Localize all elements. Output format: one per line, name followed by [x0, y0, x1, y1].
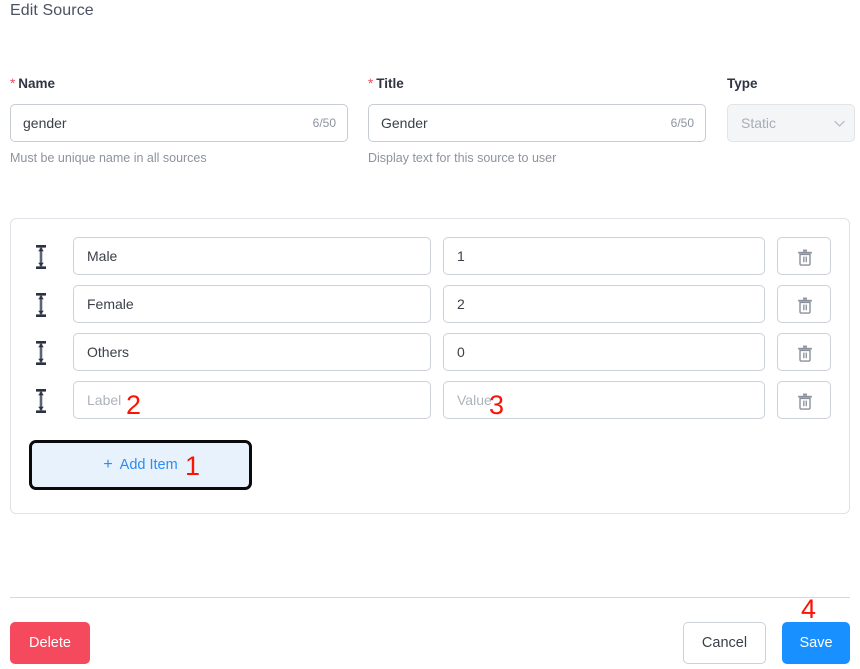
delete-item-button[interactable]: [777, 333, 831, 371]
table-row: Label Value: [11, 377, 849, 425]
page-title: Edit Source: [10, 2, 94, 20]
title-input-value: Gender: [381, 105, 428, 141]
type-label: Type: [727, 74, 855, 93]
item-value-input[interactable]: 1: [443, 237, 765, 275]
field-name: *Name gender 6/50 Must be unique name in…: [10, 74, 348, 165]
item-label-value: Female: [87, 286, 134, 322]
title-helper-text: Display text for this source to user: [368, 151, 706, 165]
trash-icon: [797, 249, 813, 266]
annotation-marker-4: 4: [801, 596, 816, 623]
field-title: *Title Gender 6/50 Display text for this…: [368, 74, 706, 165]
plus-icon: +: [103, 457, 112, 473]
name-input-value: gender: [23, 105, 67, 141]
save-button[interactable]: Save: [782, 622, 850, 664]
name-input[interactable]: gender 6/50: [10, 104, 348, 142]
delete-button[interactable]: Delete: [10, 622, 90, 664]
type-select-value: Static: [741, 105, 776, 141]
drag-vertical-icon[interactable]: [33, 340, 55, 366]
item-label-input[interactable]: Female: [73, 285, 431, 323]
drag-vertical-icon[interactable]: [33, 292, 55, 318]
item-value-input[interactable]: 2: [443, 285, 765, 323]
cancel-button[interactable]: Cancel: [683, 622, 766, 664]
required-asterisk-icon: *: [368, 76, 373, 91]
chevron-down-icon: [834, 120, 843, 129]
item-label-input[interactable]: Others: [73, 333, 431, 371]
type-select[interactable]: Static: [727, 104, 855, 142]
trash-icon: [797, 297, 813, 314]
name-helper-text: Must be unique name in all sources: [10, 151, 348, 165]
item-label-placeholder: Label: [87, 382, 121, 418]
footer-divider: [10, 597, 850, 598]
table-row: Others 0: [11, 329, 849, 377]
drag-vertical-icon[interactable]: [33, 244, 55, 270]
item-value-input[interactable]: Value: [443, 381, 765, 419]
delete-item-button[interactable]: [777, 285, 831, 323]
drag-vertical-icon[interactable]: [33, 388, 55, 414]
table-row: Male 1: [11, 233, 849, 281]
trash-icon: [797, 345, 813, 362]
source-form-row: *Name gender 6/50 Must be unique name in…: [0, 74, 860, 184]
trash-icon: [797, 393, 813, 410]
item-label-input[interactable]: Male: [73, 237, 431, 275]
item-value-input[interactable]: 0: [443, 333, 765, 371]
item-value-placeholder: Value: [457, 382, 492, 418]
delete-item-button[interactable]: [777, 237, 831, 275]
item-label-input[interactable]: Label: [73, 381, 431, 419]
item-value-value: 0: [457, 334, 465, 370]
name-char-counter: 6/50: [313, 105, 336, 141]
add-item-label: Add Item: [120, 457, 178, 473]
field-type: Type Static: [727, 74, 855, 142]
item-value-value: 2: [457, 286, 465, 322]
add-item-button[interactable]: + Add Item: [29, 440, 252, 490]
name-label-text: Name: [18, 76, 55, 91]
title-input[interactable]: Gender 6/50: [368, 104, 706, 142]
item-label-value: Others: [87, 334, 129, 370]
item-value-value: 1: [457, 238, 465, 274]
table-row: Female 2: [11, 281, 849, 329]
name-label: *Name: [10, 74, 348, 93]
type-label-text: Type: [727, 76, 758, 91]
item-label-value: Male: [87, 238, 117, 274]
title-char-counter: 6/50: [671, 105, 694, 141]
title-label-text: Title: [376, 76, 404, 91]
title-label: *Title: [368, 74, 706, 93]
required-asterisk-icon: *: [10, 76, 15, 91]
items-card: Male 1 Female: [10, 218, 850, 514]
delete-item-button[interactable]: [777, 381, 831, 419]
